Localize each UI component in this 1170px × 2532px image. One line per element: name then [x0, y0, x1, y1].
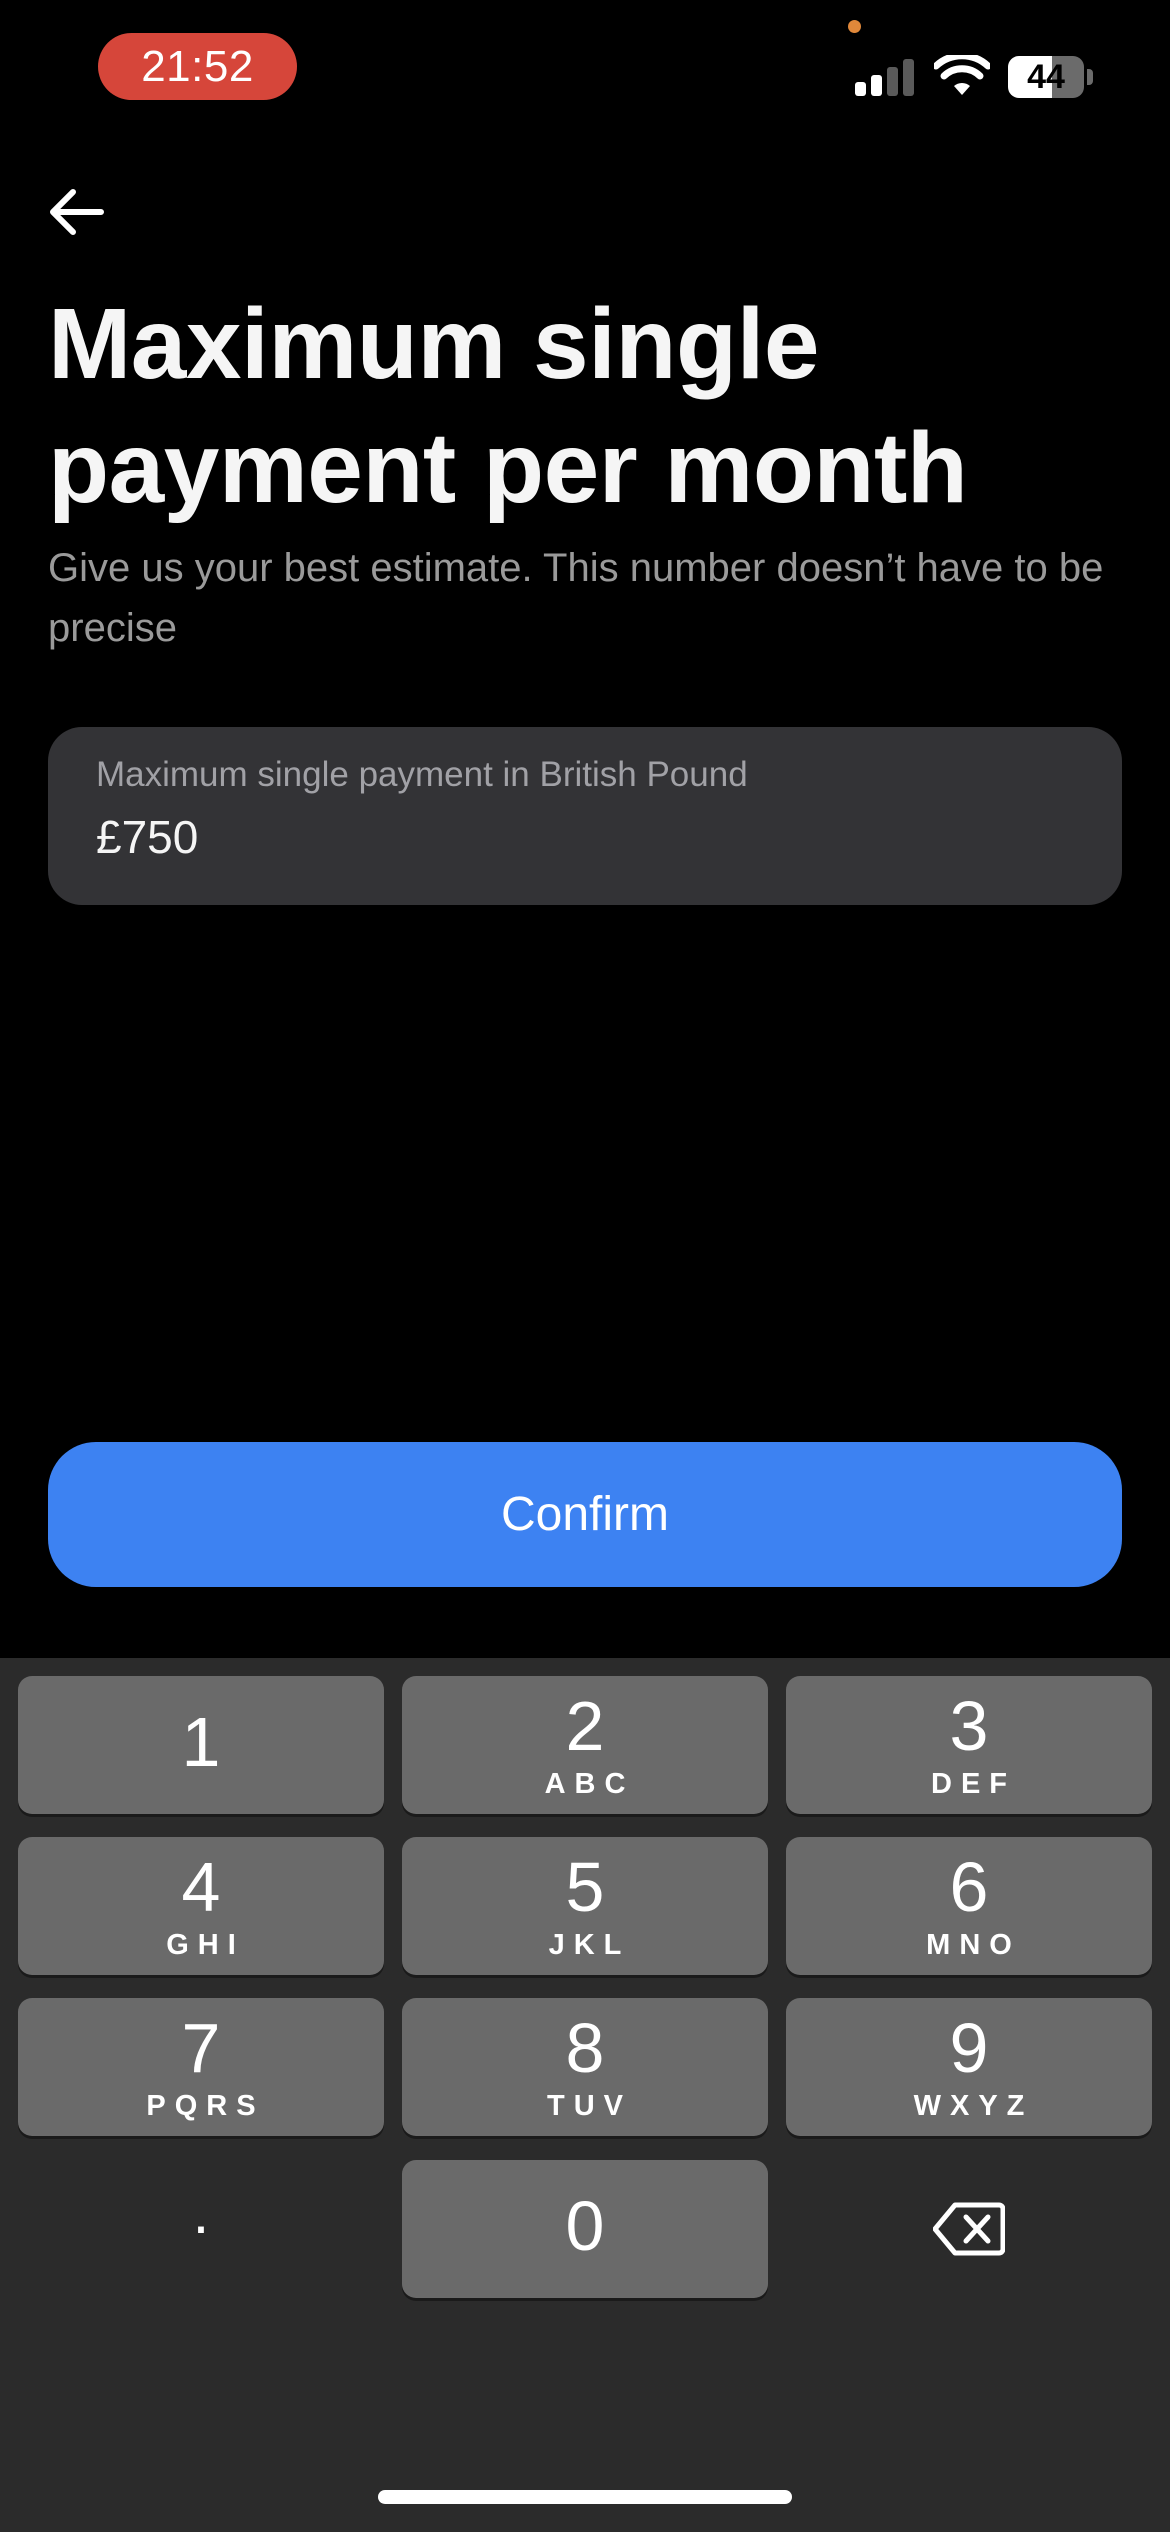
- key-3[interactable]: 3 DEF: [786, 1676, 1152, 1814]
- key-digit: 8: [565, 2009, 605, 2087]
- key-digit: 0: [565, 2187, 605, 2265]
- key-decimal[interactable]: .: [18, 2160, 384, 2298]
- page-title: Maximum single payment per month: [48, 288, 968, 524]
- screen: 21:52 44 Maximum single payment per mont…: [0, 0, 1170, 2532]
- key-7[interactable]: 7 PQRS: [18, 1998, 384, 2136]
- key-1[interactable]: 1: [18, 1676, 384, 1814]
- page-subtitle: Give us your best estimate. This number …: [48, 546, 1104, 650]
- privacy-indicator-dot: [848, 20, 861, 33]
- key-digit: 7: [181, 2009, 221, 2087]
- status-time[interactable]: 21:52: [98, 33, 297, 100]
- key-letters: DEF: [931, 1768, 1016, 1800]
- key-5[interactable]: 5 JKL: [402, 1837, 768, 1975]
- wifi-icon: [934, 55, 990, 95]
- key-letters: JKL: [548, 1929, 631, 1961]
- battery-nub: [1087, 69, 1093, 85]
- backspace-icon: [933, 2202, 1005, 2256]
- amount-input-value[interactable]: £750: [96, 810, 198, 864]
- confirm-button[interactable]: Confirm: [48, 1442, 1122, 1587]
- key-2[interactable]: 2 ABC: [402, 1676, 768, 1814]
- key-6[interactable]: 6 MNO: [786, 1837, 1152, 1975]
- key-digit: 5: [565, 1848, 605, 1926]
- key-letters: WXYZ: [913, 2090, 1034, 2122]
- key-8[interactable]: 8 TUV: [402, 1998, 768, 2136]
- key-9[interactable]: 9 WXYZ: [786, 1998, 1152, 2136]
- key-letters: MNO: [926, 1929, 1021, 1961]
- key-digit: 9: [949, 2009, 989, 2087]
- key-letters: ABC: [544, 1768, 635, 1800]
- back-button[interactable]: [44, 180, 108, 244]
- amount-input-label: Maximum single payment in British Pound: [96, 755, 748, 794]
- key-digit: 6: [949, 1848, 989, 1926]
- key-letters: PQRS: [146, 2090, 265, 2122]
- status-bar: 21:52 44: [0, 0, 1170, 150]
- key-digit: 4: [181, 1848, 221, 1926]
- battery-level: 44: [1008, 56, 1084, 98]
- battery-icon: 44: [1008, 56, 1093, 98]
- decimal-point: .: [192, 2179, 210, 2246]
- key-delete[interactable]: [786, 2160, 1152, 2298]
- home-indicator[interactable]: [378, 2490, 792, 2504]
- key-digit: 3: [949, 1687, 989, 1765]
- key-letters: TUV: [547, 2090, 632, 2122]
- key-0[interactable]: 0: [402, 2160, 768, 2298]
- cellular-signal-icon: [855, 58, 915, 96]
- key-letters: GHI: [166, 1929, 245, 1961]
- key-4[interactable]: 4 GHI: [18, 1837, 384, 1975]
- amount-input-field[interactable]: Maximum single payment in British Pound …: [48, 727, 1122, 905]
- key-digit: 1: [181, 1703, 221, 1781]
- arrow-left-icon: [50, 189, 104, 235]
- key-digit: 2: [565, 1687, 605, 1765]
